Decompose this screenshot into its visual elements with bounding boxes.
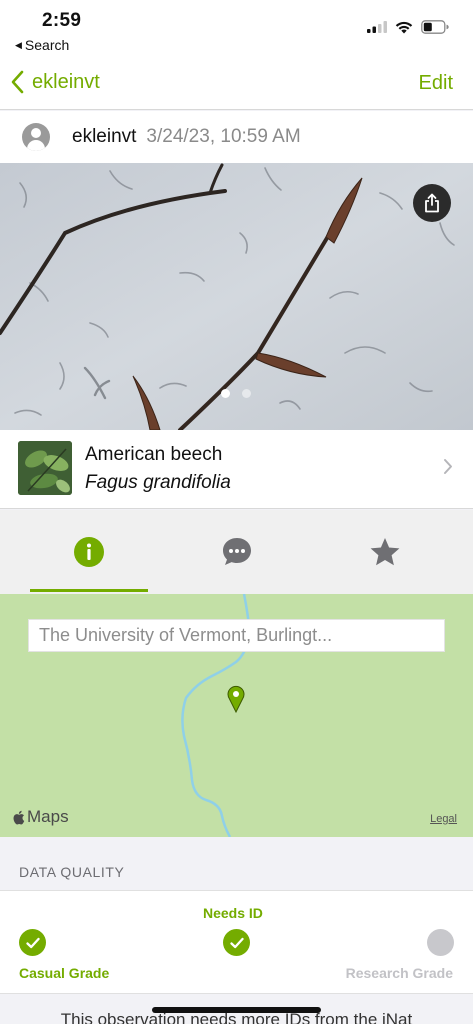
tab-activity[interactable] <box>158 510 315 594</box>
location-map[interactable]: The University of Vermont, Burlingt... M… <box>0 594 473 837</box>
status-icons <box>367 20 449 34</box>
back-to-search-link[interactable]: ◀ Search <box>15 37 69 53</box>
tab-info[interactable] <box>10 510 167 594</box>
battery-icon <box>421 20 449 34</box>
status-time: 2:59 <box>42 10 82 31</box>
back-app-label: Search <box>24 37 70 53</box>
research-grade-circle-icon <box>427 929 454 956</box>
chevron-right-icon <box>444 459 452 474</box>
research-grade-label: Research Grade <box>345 965 453 981</box>
page-dot-active[interactable] <box>221 389 230 398</box>
star-icon <box>370 538 399 566</box>
status-bar: 2:59 ◀ Search <box>0 0 473 58</box>
share-icon <box>425 193 439 213</box>
taxon-common-name: American beech <box>85 444 223 465</box>
data-quality-header: DATA QUALITY <box>0 837 473 890</box>
needs-id-check-icon <box>223 929 250 956</box>
taxon-row[interactable]: American beech Fagus grandifolia <box>0 430 473 509</box>
map-pin-icon[interactable] <box>227 685 245 713</box>
edit-button[interactable]: Edit <box>419 72 453 95</box>
detail-tabs <box>0 510 473 594</box>
map-location-label: The University of Vermont, Burlingt... <box>28 619 445 652</box>
photo-page-indicator[interactable] <box>221 389 251 398</box>
data-quality-title: DATA QUALITY <box>19 864 125 880</box>
avatar[interactable] <box>22 123 50 151</box>
wifi-icon <box>395 21 413 33</box>
apple-logo-icon <box>13 810 25 824</box>
back-triangle-icon: ◀ <box>15 39 22 50</box>
observation-datetime: 3/24/23, 10:59 AM <box>146 126 301 147</box>
share-button[interactable] <box>413 184 451 222</box>
tab-favorites[interactable] <box>306 510 463 594</box>
back-button[interactable]: ekleinvt <box>10 70 100 94</box>
casual-grade-label: Casual Grade <box>19 965 110 981</box>
active-tab-indicator <box>30 589 148 592</box>
info-icon <box>73 537 104 567</box>
page-dot[interactable] <box>242 389 251 398</box>
maps-attribution: Maps <box>12 807 69 827</box>
observer-username[interactable]: ekleinvt <box>72 126 136 148</box>
nav-bar: ekleinvt Edit <box>0 58 473 110</box>
signal-icon <box>367 21 387 33</box>
data-quality-panel: Needs ID Casual Grade Research Grade <box>0 890 473 994</box>
observer-row[interactable]: ekleinvt 3/24/23, 10:59 AM <box>0 111 473 163</box>
chevron-left-icon <box>11 70 24 94</box>
taxon-thumbnail <box>18 441 72 495</box>
maps-attribution-label: Maps <box>27 807 69 826</box>
chat-bubble-icon <box>222 538 251 565</box>
needs-id-label: Needs ID <box>203 905 263 921</box>
home-indicator[interactable] <box>152 1007 321 1013</box>
casual-grade-check-icon <box>19 929 46 956</box>
back-button-label: ekleinvt <box>32 70 100 93</box>
legal-link[interactable]: Legal <box>430 813 457 825</box>
taxon-scientific-name: Fagus grandifolia <box>85 472 231 493</box>
